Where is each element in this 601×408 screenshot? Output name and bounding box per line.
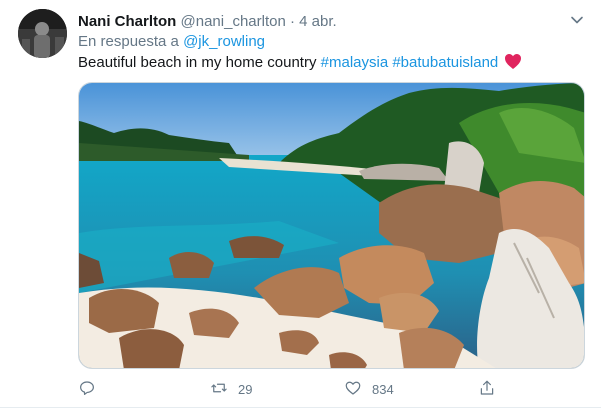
reply-button[interactable] [78,378,96,400]
chevron-down-icon[interactable] [567,10,587,30]
share-button[interactable] [478,378,496,400]
tweet-date[interactable]: 4 abr. [299,13,337,30]
retweet-count: 29 [238,381,253,397]
retweet-button[interactable]: 29 [210,378,252,400]
tweet-actions: 29 834 [78,378,585,400]
tweet-photo-beach[interactable] [78,82,585,369]
heart-outline-icon [344,379,362,400]
author-handle[interactable]: @nani_charlton [181,13,286,30]
like-count: 834 [372,381,394,397]
reply-prefix: En respuesta a [78,33,179,50]
heart-emoji [504,53,522,76]
reply-icon [78,379,96,400]
tweet-body: Beautiful beach in my home country [78,54,317,71]
reply-context: En respuesta a @jk_rowling [78,32,265,52]
hashtag-malaysia[interactable]: #malaysia [321,54,389,71]
separator-dot: · [289,13,295,30]
tweet-text: Beautiful beach in my home country #mala… [78,53,522,76]
author-name[interactable]: Nani Charlton [78,13,176,30]
reply-mention-link[interactable]: @jk_rowling [183,33,265,50]
tweet-header: Nani Charlton @nani_charlton · 4 abr. [78,12,561,32]
hashtag-batubatuisland[interactable]: #batubatuisland [392,54,498,71]
avatar[interactable] [18,9,67,58]
share-icon [478,379,496,400]
like-button[interactable]: 834 [344,378,394,400]
retweet-icon [210,379,228,400]
tweet[interactable]: Nani Charlton @nani_charlton · 4 abr. En… [0,0,601,408]
